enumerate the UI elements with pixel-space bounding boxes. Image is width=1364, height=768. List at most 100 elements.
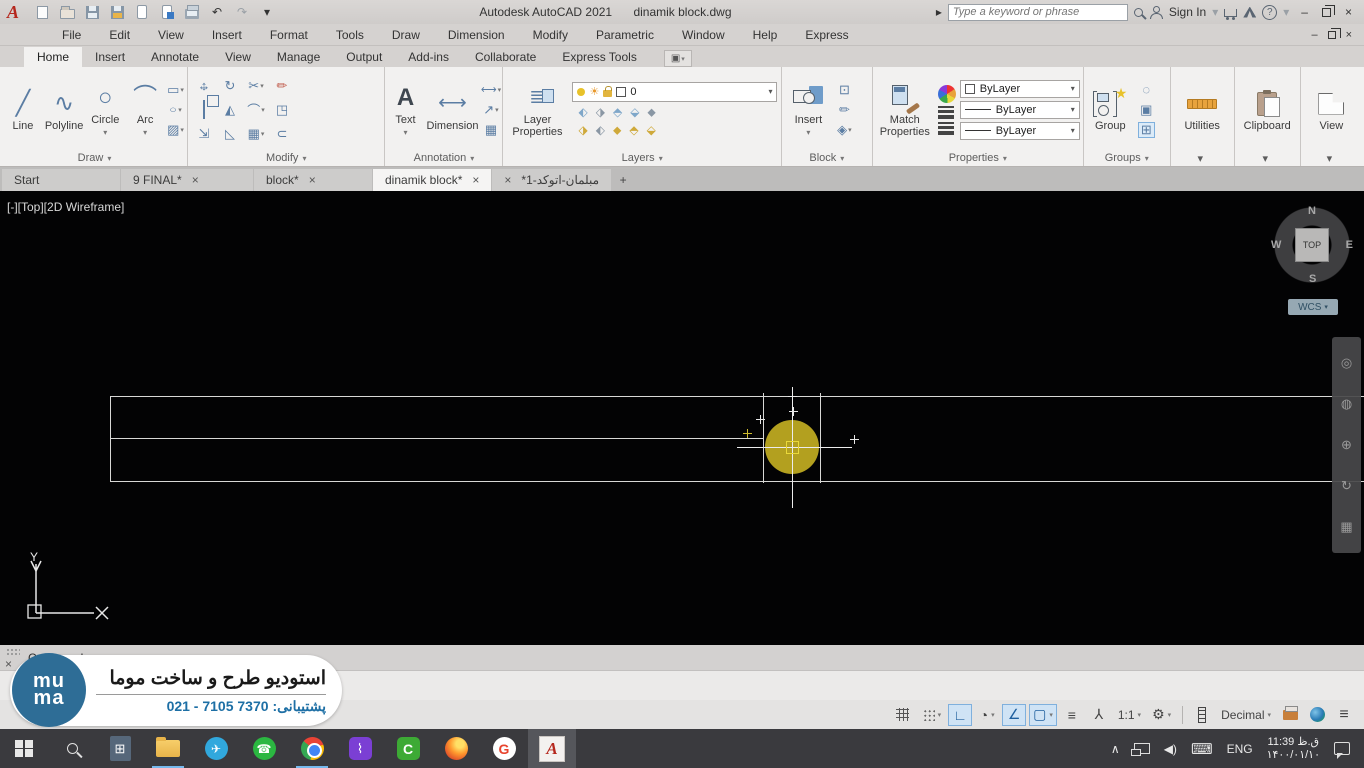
lineweight-select[interactable]: ByLayer ▾ — [960, 122, 1080, 140]
qat-customize-button[interactable]: ▾ — [259, 4, 275, 20]
taskbar-autocad[interactable]: A — [528, 729, 576, 768]
circle-button[interactable]: ○ Circle ▾ — [87, 82, 123, 138]
command-grip-handle[interactable] — [6, 648, 20, 656]
plot-button[interactable] — [184, 4, 200, 20]
linetype-select[interactable]: ByLayer ▾ — [960, 101, 1080, 119]
group-selection-toggle[interactable]: ⊞ — [1138, 122, 1155, 138]
color-wheel-icon[interactable] — [938, 85, 956, 103]
polyline-button[interactable]: ∿ Polyline — [45, 88, 84, 132]
trim-button[interactable]: ✂ — [248, 78, 265, 94]
panel-view-expander[interactable]: ▾ — [1304, 150, 1359, 166]
ungroup-button[interactable]: ◌ — [1138, 82, 1155, 98]
offset-button[interactable]: ⊂ — [274, 126, 291, 142]
ribbon-display-toggle[interactable]: ▣ — [664, 50, 692, 67]
taskbar-chrome[interactable] — [288, 729, 336, 768]
taskbar-camtasia[interactable]: C — [384, 729, 432, 768]
sign-in-link[interactable]: Sign In — [1169, 5, 1206, 19]
erase-button[interactable]: ✏ — [274, 78, 291, 94]
text-button[interactable]: A Text ▾ — [388, 82, 422, 138]
viewcube-east[interactable]: E — [1346, 239, 1353, 251]
layer-properties-button[interactable]: ≣ Layer Properties — [506, 82, 568, 138]
linetype-list-icon[interactable] — [938, 122, 956, 135]
workspace-switching-button[interactable]: ⚙ — [1148, 704, 1175, 726]
tab-start[interactable]: Start — [2, 169, 120, 191]
menu-window[interactable]: Window — [668, 28, 739, 42]
layer-thaw-icon[interactable]: ☀ — [589, 85, 599, 98]
layer-color-swatch[interactable] — [616, 87, 626, 97]
edit-block-button[interactable]: ⊡ — [836, 82, 853, 98]
table-button[interactable]: ▦ — [482, 122, 499, 138]
tab-output[interactable]: Output — [333, 47, 395, 67]
annotation-visibility-toggle[interactable]: ⅄ — [1087, 704, 1111, 726]
drawing-line-vertical-1[interactable] — [763, 393, 764, 483]
nav-orbit-icon[interactable]: ↻ — [1341, 478, 1352, 494]
layer-make-current-icon[interactable]: ⬥ — [647, 105, 655, 120]
leader-button[interactable]: ↗ — [482, 102, 499, 118]
taskbar-purple-app[interactable]: ⌇ — [336, 729, 384, 768]
scale-button[interactable]: ◺ — [222, 126, 239, 142]
save-button[interactable] — [84, 4, 100, 20]
move-button[interactable]: ↔↕ — [196, 78, 212, 94]
snap-toggle[interactable] — [918, 704, 946, 726]
layer-prev-icon[interactable]: ⬥ — [613, 123, 621, 138]
network-icon[interactable] — [1134, 743, 1150, 754]
taskbar-clock[interactable]: 11:39 ق.ظ ۱۴۰۰/۰۱/۱۰ — [1267, 736, 1320, 762]
define-attributes-button[interactable]: ◈ — [836, 122, 853, 138]
panel-draw-label[interactable]: Draw — [5, 150, 184, 166]
line-button[interactable]: ╱ Line — [5, 88, 41, 132]
layer-lock-icon[interactable]: ⬙ — [630, 105, 639, 120]
units-select[interactable]: Decimal — [1217, 704, 1275, 726]
keyboard-icon[interactable]: ⌨ — [1191, 740, 1213, 758]
panel-modify-label[interactable]: Modify — [191, 150, 381, 166]
tab-9final[interactable]: 9 FINAL*× — [121, 169, 253, 191]
new-button[interactable] — [34, 4, 50, 20]
taskbar-calculator[interactable]: ⊞ — [96, 729, 144, 768]
volume-icon[interactable]: ◀) — [1164, 742, 1177, 756]
view-button[interactable]: View — [1308, 88, 1355, 132]
taskbar-g-app[interactable]: G — [480, 729, 528, 768]
doc-restore-button[interactable] — [1328, 31, 1336, 39]
layer-on-icon[interactable] — [577, 88, 585, 96]
menu-express[interactable]: Express — [791, 28, 862, 42]
autocad-app-icon[interactable]: A — [0, 0, 26, 24]
clipboard-button[interactable]: Clipboard — [1238, 88, 1297, 132]
dim-linear-button[interactable]: ⟷ — [482, 82, 499, 98]
tab-collaborate[interactable]: Collaborate — [462, 47, 549, 67]
rectangle-button[interactable]: ▭ — [167, 82, 184, 98]
object-snap-tracking-toggle[interactable]: ∠ — [1002, 704, 1026, 726]
object-color-select[interactable]: ByLayer ▾ — [960, 80, 1080, 98]
utilities-button[interactable]: Utilities — [1174, 88, 1231, 132]
doc-minimize-button[interactable]: – — [1311, 29, 1317, 41]
save-as-button[interactable] — [109, 4, 125, 20]
taskbar-file-explorer[interactable] — [144, 729, 192, 768]
wcs-menu-button[interactable]: WCS ▾ — [1288, 299, 1338, 315]
menu-parametric[interactable]: Parametric — [582, 28, 668, 42]
explode-button[interactable]: ◳ — [274, 102, 291, 118]
group-edit-button[interactable]: ▣ — [1138, 102, 1155, 118]
lineweight-toggle[interactable]: ≡ — [1060, 704, 1084, 726]
create-block-button[interactable]: ✏ — [836, 102, 853, 118]
group-button[interactable]: ★ Group — [1087, 88, 1134, 132]
nav-showmotion-icon[interactable]: ▦ — [1340, 519, 1352, 535]
menu-insert[interactable]: Insert — [198, 28, 256, 42]
panel-annotation-label[interactable]: Annotation — [388, 150, 499, 166]
mirror-button[interactable]: ◭ — [222, 102, 239, 118]
viewcube[interactable]: N W E S TOP — [1274, 207, 1350, 283]
polar-tracking-toggle[interactable]: ◔ — [975, 704, 999, 726]
units-icon-button[interactable] — [1190, 704, 1214, 726]
drawing-line-vertical-2[interactable] — [820, 393, 821, 483]
hatch-button[interactable]: ▨ — [167, 122, 184, 138]
language-indicator[interactable]: ENG — [1227, 742, 1253, 756]
menu-tools[interactable]: Tools — [322, 28, 378, 42]
taskbar-telegram[interactable]: ✈ — [192, 729, 240, 768]
nav-wheel-icon[interactable]: ◎ — [1341, 355, 1352, 371]
panel-properties-label[interactable]: Properties — [876, 150, 1080, 166]
menu-edit[interactable]: Edit — [95, 28, 144, 42]
tab-view[interactable]: View — [212, 47, 264, 67]
redo-button[interactable]: ↷ — [234, 4, 250, 20]
panel-utilities-expander[interactable]: ▾ — [1174, 150, 1231, 166]
layer-delete-icon[interactable]: ⬙ — [647, 123, 656, 138]
customization-button[interactable]: ≡ — [1332, 704, 1356, 726]
menu-draw[interactable]: Draw — [378, 28, 434, 42]
layer-unlock2-icon[interactable]: ⬘ — [629, 123, 638, 138]
